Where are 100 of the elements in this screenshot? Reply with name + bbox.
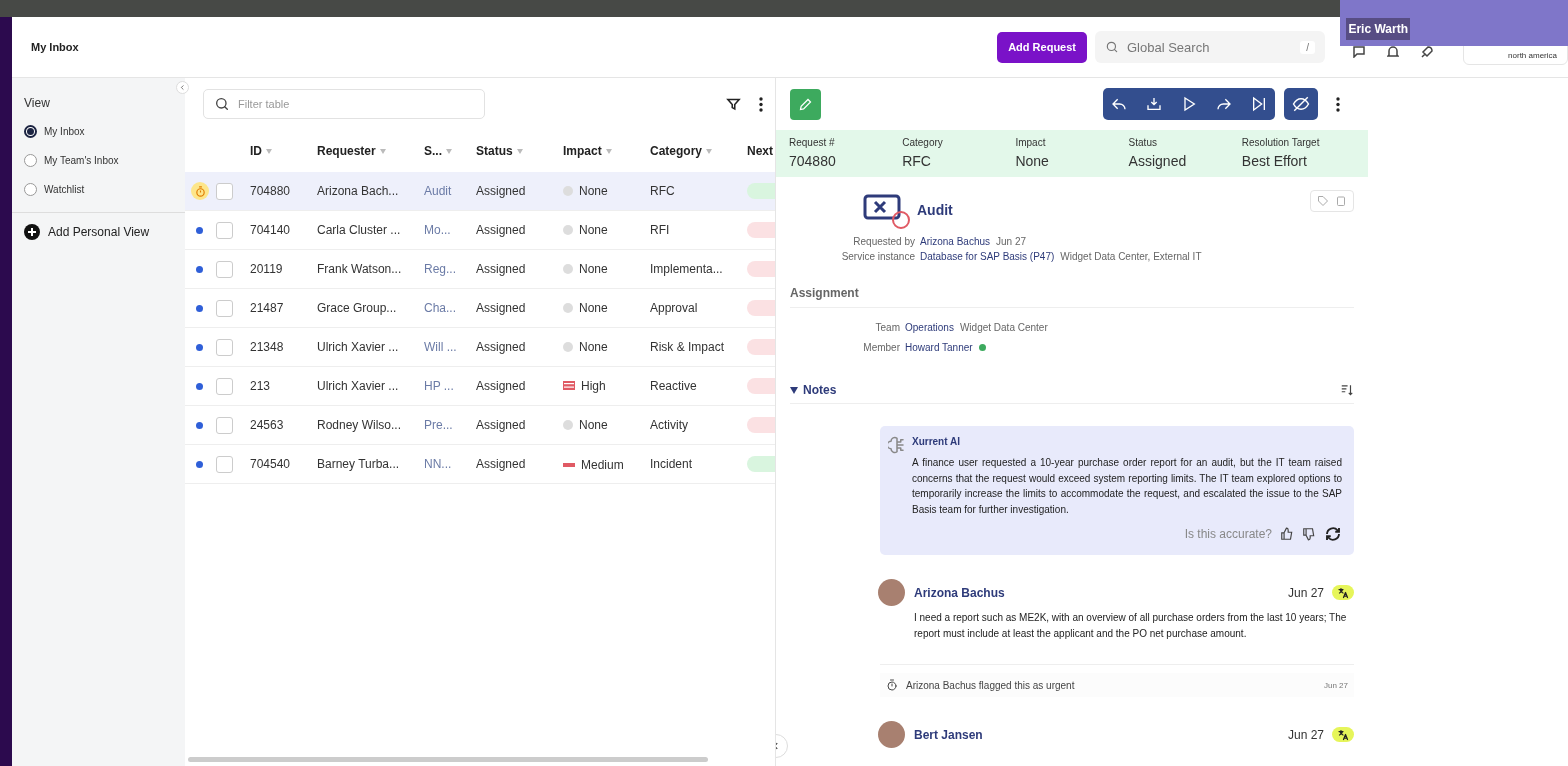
summary-label: Resolution Target — [1241, 137, 1321, 148]
edit-button[interactable] — [790, 88, 821, 120]
field-label: Requested by — [852, 236, 915, 247]
table-cell: Pre... — [424, 418, 453, 432]
radio-button[interactable] — [24, 154, 37, 167]
table-cell: Assigned — [476, 301, 526, 315]
plus-icon — [24, 224, 40, 240]
filter-button[interactable] — [726, 96, 741, 112]
row-checkbox[interactable] — [216, 338, 233, 356]
summary-label: Category — [902, 137, 944, 148]
radio-button[interactable] — [24, 183, 37, 196]
field-label: Team — [874, 322, 900, 333]
note-author[interactable]: Arizona Bachus — [914, 585, 1280, 600]
column-header[interactable]: ID — [250, 144, 262, 158]
search-icon — [214, 96, 230, 112]
summary-value: Assigned — [1128, 153, 1188, 169]
table-cell: Grace Group... — [317, 301, 397, 315]
table-cell: Reg... — [424, 262, 456, 276]
column-header[interactable]: Category — [650, 144, 702, 158]
notes-toggle[interactable]: Notes — [790, 383, 837, 397]
row-checkbox[interactable] — [216, 377, 233, 395]
hide-button[interactable] — [1284, 88, 1318, 120]
add-request-button[interactable]: Add Request — [997, 31, 1087, 63]
table-cell: Cha... — [424, 301, 456, 315]
bell-icon[interactable] — [1387, 46, 1399, 58]
stopwatch-icon — [886, 679, 898, 692]
translate-button[interactable] — [1332, 727, 1354, 743]
column-header[interactable]: S... — [424, 144, 442, 158]
table-cell: NN... — [424, 457, 452, 471]
download-button[interactable] — [1144, 96, 1164, 112]
summary-value: Best Effort — [1241, 153, 1308, 169]
sort-button[interactable] — [1340, 383, 1354, 397]
service-instance-link[interactable]: Database for SAP Basis (P47) — [920, 251, 1055, 262]
table-cell: Risk & Impact — [650, 340, 724, 354]
chat-icon[interactable] — [1353, 46, 1365, 58]
avatar — [878, 721, 905, 749]
table-cell: 213 — [250, 379, 271, 393]
column-header[interactable]: Requester — [317, 144, 376, 158]
column-header[interactable]: Impact — [563, 144, 602, 158]
row-checkbox[interactable] — [216, 221, 233, 239]
member-link[interactable]: Howard Tanner — [905, 342, 973, 353]
ai-summary-text: A finance user requested a 10-year purchase order report for an audit, but the IT team raised concerns that the request would exceed system reporting limits. The IT team explored options to temporarily increase the limits to accommodate the request, and escalated the issue to the SAP Basis team for further investigation. — [912, 456, 1342, 517]
table-cell: Reactive — [650, 379, 697, 393]
thumbs-down-button[interactable] — [1302, 527, 1316, 542]
row-checkbox[interactable] — [216, 416, 233, 434]
thumbs-up-icon — [1280, 527, 1294, 542]
refresh-button[interactable] — [1324, 525, 1342, 544]
add-personal-view-button[interactable]: Add Personal View — [12, 223, 156, 241]
clipboard-button[interactable] — [1335, 195, 1347, 207]
row-checkbox[interactable] — [216, 299, 233, 317]
column-header[interactable]: Next — [747, 144, 773, 158]
ai-author: Xurrent AI — [912, 436, 961, 447]
column-header[interactable]: Status — [476, 144, 513, 158]
table-cell: Incident — [650, 457, 693, 471]
note-text: I need a report such as ME2K, with an overview of all purchase orders from the last 10 years; The report must include at least the applicant and the PO net purchase amount. — [914, 611, 1348, 642]
logo-caption: north america — [1508, 51, 1557, 60]
sort-icon — [605, 149, 612, 155]
sort-icon — [379, 149, 386, 155]
pencil-icon — [798, 96, 813, 112]
table-cell: Assigned — [476, 418, 526, 432]
feedback-prompt: Is this accurate? — [1184, 527, 1272, 542]
global-search-field[interactable]: Global Search / — [1095, 31, 1325, 63]
view-option[interactable]: My Inbox — [12, 117, 185, 146]
section-heading: Assignment — [790, 276, 1354, 308]
row-checkbox[interactable] — [216, 455, 233, 473]
table-cell: Assigned — [476, 262, 526, 276]
table-cell: None — [579, 222, 608, 237]
table-cell: 21487 — [250, 301, 284, 315]
note-author[interactable]: Bert Jansen — [914, 727, 1280, 742]
table-cell: Approval — [650, 301, 698, 315]
translate-button[interactable] — [1332, 585, 1354, 601]
sort-icon — [706, 149, 712, 155]
thumbs-up-button[interactable] — [1280, 527, 1294, 542]
table-cell: Ulrich Xavier ... — [317, 379, 399, 393]
requester-link[interactable]: Arizona Bachus — [920, 236, 991, 247]
radio-button[interactable] — [24, 125, 37, 138]
team-link[interactable]: Operations — [905, 322, 954, 333]
table-cell: 704540 — [250, 457, 291, 471]
participant-name: Eric Warth — [1346, 18, 1410, 40]
clipboard-icon — [1335, 195, 1347, 207]
table-cell: Assigned — [476, 223, 526, 237]
brain-circuit-icon — [888, 436, 906, 454]
sidebar-heading: View — [24, 96, 51, 110]
filter-icon — [726, 96, 741, 112]
table-cell: Arizona Bach... — [317, 184, 399, 198]
more-button[interactable] — [1336, 96, 1340, 112]
view-option[interactable]: Watchlist — [12, 175, 185, 204]
table-cell: Frank Watson... — [317, 262, 402, 276]
row-checkbox[interactable] — [216, 260, 233, 278]
note-date: Jun 27 — [1287, 727, 1324, 742]
table-cell: 21348 — [250, 340, 284, 354]
table-cell: Audit — [424, 184, 452, 198]
table-cell: None — [579, 417, 608, 432]
scrollbar[interactable] — [188, 757, 708, 762]
more-button[interactable] — [759, 96, 763, 112]
row-checkbox[interactable] — [216, 182, 233, 200]
view-option[interactable]: My Team's Inbox — [12, 146, 185, 175]
rocket-icon[interactable] — [1421, 46, 1433, 58]
team-detail: Widget Data Center — [959, 322, 1048, 333]
request-subject: Audit — [917, 202, 953, 218]
